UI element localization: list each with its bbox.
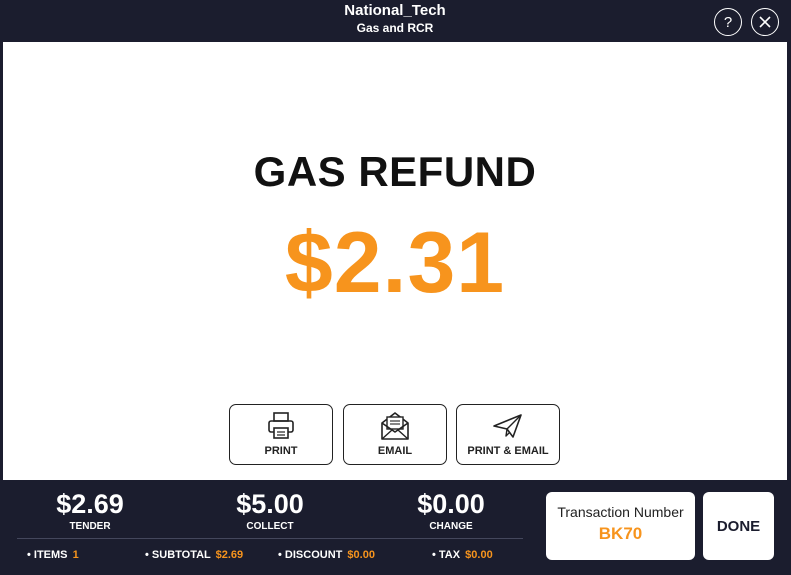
transaction-number-box: Transaction Number BK70 — [546, 492, 695, 560]
refund-heading: GAS REFUND — [253, 148, 537, 195]
transaction-number-label: Transaction Number — [557, 504, 684, 520]
collect-label: COLLECT — [246, 521, 294, 532]
collect-total: $5.00 COLLECT — [210, 488, 330, 533]
subtotal-label: • SUBTOTAL — [145, 549, 211, 561]
email-button[interactable]: EMAIL — [343, 404, 447, 465]
items-label: • ITEMS — [27, 549, 68, 561]
envelope-icon — [381, 412, 409, 440]
email-button-label: EMAIL — [377, 445, 413, 457]
tax: • TAX $0.00 — [432, 549, 493, 561]
footer-divider — [17, 538, 523, 539]
app-window: National_Tech Gas and RCR ? GAS REFUND $… — [0, 0, 791, 575]
header-bar: National_Tech Gas and RCR ? — [3, 0, 787, 42]
collect-value: $5.00 — [236, 489, 304, 519]
help-button[interactable]: ? — [714, 8, 742, 36]
screen-subtitle: Gas and RCR — [356, 21, 434, 35]
print-and-email-button[interactable]: PRINT & EMAIL — [456, 404, 560, 465]
tax-value: $0.00 — [465, 549, 493, 561]
done-button[interactable]: DONE — [703, 492, 774, 560]
store-name: National_Tech — [344, 2, 446, 19]
discount-value: $0.00 — [347, 549, 375, 561]
change-value: $0.00 — [417, 489, 485, 519]
tender-value: $2.69 — [56, 489, 124, 519]
items-value: 1 — [72, 549, 79, 561]
print-and-email-button-label: PRINT & EMAIL — [467, 445, 549, 457]
close-icon — [759, 16, 771, 28]
totals-footer: $2.69 TENDER $5.00 COLLECT $0.00 CHANGE … — [3, 480, 787, 575]
refund-amount: $2.31 — [284, 215, 506, 311]
subtotal: • SUBTOTAL $2.69 — [145, 549, 243, 561]
subtotal-value: $2.69 — [215, 549, 244, 561]
change-total: $0.00 CHANGE — [391, 488, 511, 533]
tender-label: TENDER — [69, 521, 111, 532]
transaction-number: BK70 — [598, 524, 643, 543]
items-count: • ITEMS 1 — [27, 549, 79, 561]
discount-label: • DISCOUNT — [278, 549, 343, 561]
close-button[interactable] — [751, 8, 779, 36]
print-button[interactable]: PRINT — [229, 404, 333, 465]
change-label: CHANGE — [429, 521, 473, 532]
question-icon: ? — [723, 13, 733, 31]
paper-plane-icon — [493, 414, 522, 438]
tax-label: • TAX — [432, 549, 461, 561]
discount: • DISCOUNT $0.00 — [278, 549, 375, 561]
tender-total: $2.69 TENDER — [30, 488, 150, 533]
print-button-label: PRINT — [264, 445, 298, 457]
printer-icon — [268, 412, 294, 439]
refund-panel: GAS REFUND $2.31 PRINT EMAIL PRINT & EMA… — [3, 42, 787, 480]
